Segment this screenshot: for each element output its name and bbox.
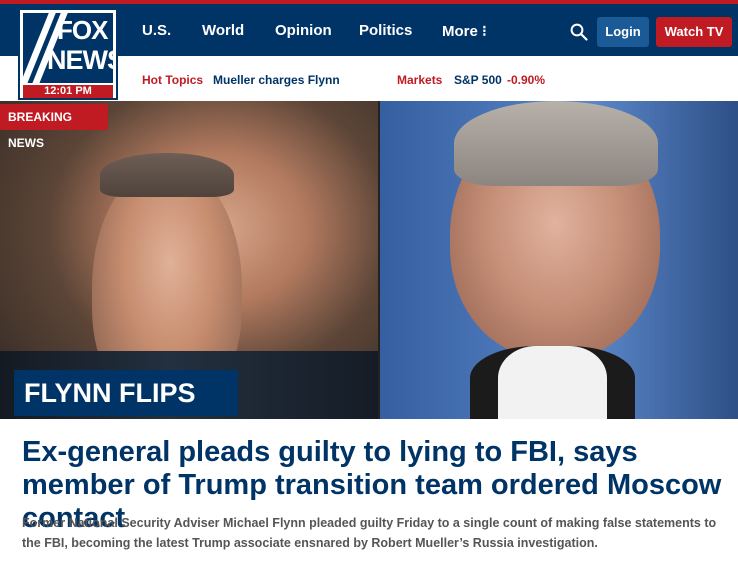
login-button[interactable]: Login	[597, 17, 649, 47]
nav-politics[interactable]: Politics	[359, 22, 412, 39]
nav-opinion[interactable]: Opinion	[275, 22, 332, 39]
nav-world[interactable]: World	[202, 22, 244, 39]
mueller-photo	[380, 101, 738, 419]
logo-news-text: NEWS	[47, 45, 113, 75]
mueller-hair	[454, 101, 658, 186]
sp500-change: -0.90%	[507, 73, 546, 87]
sp500-link[interactable]: S&P 500	[454, 73, 502, 87]
breaking-news-badge: BREAKING NEWS	[0, 104, 108, 150]
markets-label: Markets	[397, 73, 443, 87]
logo-time: 12:01 PM	[23, 85, 113, 98]
article-summary: Former National Security Adviser Michael…	[22, 516, 717, 550]
mueller-shirt	[470, 346, 635, 419]
nav-us[interactable]: U.S.	[142, 22, 171, 39]
hot-topic-mueller-link[interactable]: Mueller charges Flynn	[213, 73, 340, 87]
watch-tv-button[interactable]: Watch TV	[656, 17, 732, 47]
fox-news-logo[interactable]: FOX NEWS 12:01 PM	[18, 8, 118, 100]
logo-fox-text: FOX	[57, 15, 108, 45]
logo-panel: FOX NEWS	[23, 13, 113, 83]
flynn-flips-title[interactable]: FLYNN FLIPS	[14, 370, 238, 416]
search-icon[interactable]	[570, 23, 588, 41]
nav-more[interactable]: More ⁝	[442, 22, 487, 40]
flynn-hair	[100, 153, 234, 197]
hot-topics-label: Hot Topics	[142, 73, 204, 87]
